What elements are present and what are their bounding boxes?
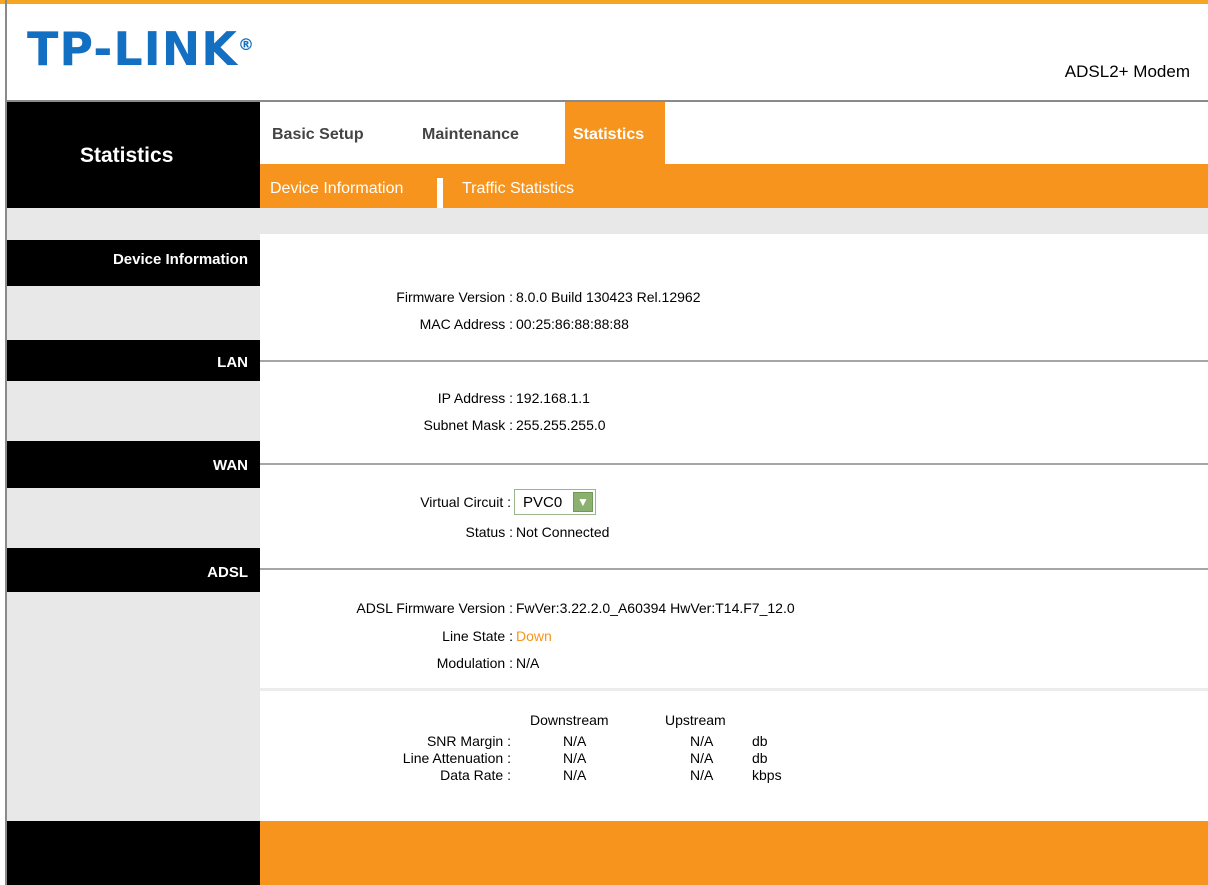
left-title: Statistics [80, 144, 174, 167]
top-accent-line [0, 0, 1208, 4]
subtab-bar: Device Information Traffic Statistics [260, 164, 1208, 208]
tab-basic-setup[interactable]: Basic Setup [260, 102, 410, 164]
footer-bar [260, 821, 1208, 885]
mac-address-value: 00:25:86:88:88:88 [516, 316, 629, 332]
subnet-mask-value: 255.255.255.0 [516, 417, 606, 433]
line-state-value: Down [516, 628, 552, 644]
tab-maintenance[interactable]: Maintenance [410, 102, 560, 164]
line-attenuation-label: Line Attenuation : [402, 750, 511, 766]
subtab-active-marker [437, 178, 443, 208]
col-downstream: Downstream [530, 712, 609, 728]
snr-margin-label: SNR Margin : [426, 733, 511, 749]
adsl-firmware-value: FwVer:3.22.2.0_A60394 HwVer:T14.F7_12.0 [516, 600, 795, 616]
line-attenuation-down: N/A [563, 750, 587, 766]
snr-margin-down: N/A [563, 733, 587, 749]
header-divider [7, 100, 1208, 102]
section-device-information: Device Information [7, 240, 260, 286]
divider-lan [260, 360, 1208, 362]
modulation-value: N/A [516, 655, 540, 671]
chevron-down-icon[interactable]: ▼ [573, 492, 593, 512]
col-upstream: Upstream [665, 712, 726, 728]
subnet-mask-label: Subnet Mask : [423, 417, 514, 433]
data-rate-down: N/A [563, 767, 587, 783]
status-value: Not Connected [516, 524, 610, 540]
subtab-traffic-statistics[interactable]: Traffic Statistics [462, 180, 574, 198]
firmware-version-label: Firmware Version : [396, 289, 513, 305]
status-label: Status : [465, 524, 513, 540]
section-wan: WAN [7, 441, 260, 488]
snr-margin-up: N/A [690, 733, 714, 749]
footer-left [7, 821, 260, 885]
data-rate-label: Data Rate : [440, 767, 511, 783]
data-rate-unit: kbps [752, 767, 782, 783]
adsl-firmware-label: ADSL Firmware Version : [356, 600, 513, 616]
product-name: ADSL2+ Modem [1064, 62, 1190, 81]
subtab-device-information[interactable]: Device Information [270, 180, 403, 198]
divider-adsl [260, 568, 1208, 570]
section-adsl: ADSL [7, 548, 260, 592]
ip-address-label: IP Address : [437, 390, 513, 406]
tab-statistics[interactable]: Statistics [565, 102, 665, 164]
line-attenuation-up: N/A [690, 750, 714, 766]
tp-link-logo: TP-LINK® [27, 22, 255, 76]
modulation-label: Modulation : [436, 655, 513, 671]
line-attenuation-unit: db [752, 750, 768, 766]
left-title-box: Statistics [7, 102, 260, 208]
divider-wan [260, 463, 1208, 465]
firmware-version-value: 8.0.0 Build 130423 Rel.12962 [516, 289, 701, 305]
data-rate-up: N/A [690, 767, 714, 783]
divider-adsl-stats [260, 688, 1208, 691]
virtual-circuit-value: PVC0 [523, 494, 563, 511]
mac-address-label: MAC Address : [419, 316, 513, 332]
left-column [7, 208, 260, 821]
section-lan: LAN [7, 340, 260, 381]
virtual-circuit-select[interactable]: PVC0 ▼ [514, 489, 596, 515]
ip-address-value: 192.168.1.1 [516, 390, 590, 406]
virtual-circuit-label: Virtual Circuit : [420, 494, 511, 510]
left-border [5, 0, 7, 885]
line-state-label: Line State : [442, 628, 513, 644]
snr-margin-unit: db [752, 733, 768, 749]
